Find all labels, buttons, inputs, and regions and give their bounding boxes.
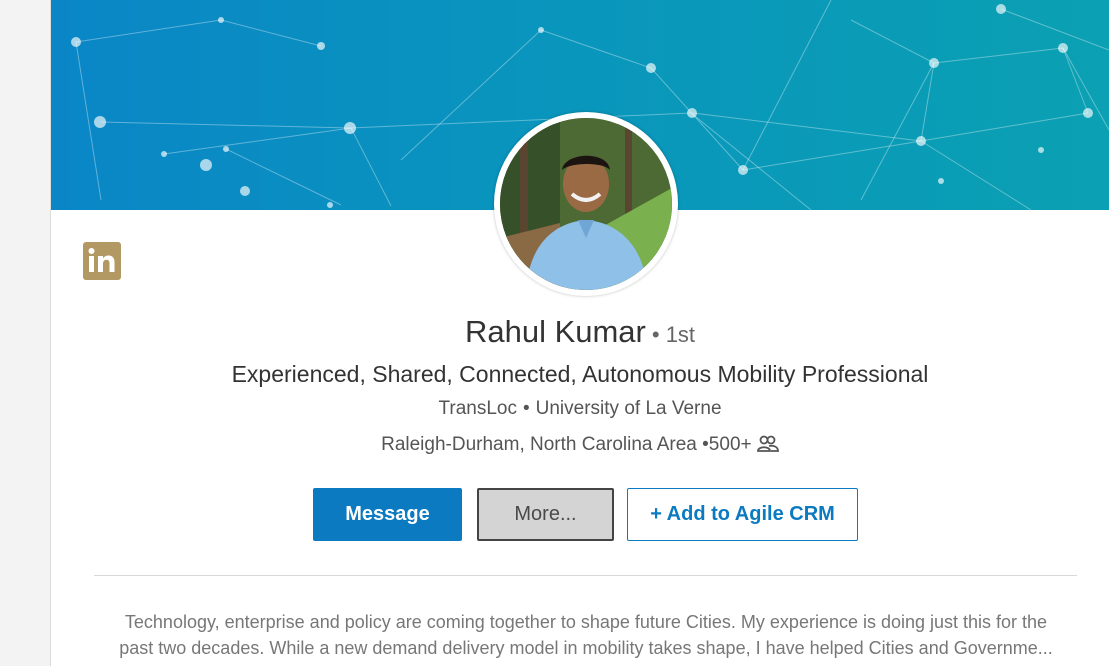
people-icon [756,435,779,459]
school-link[interactable]: University of La Verne [536,398,722,419]
profile-location-row: Raleigh-Durham, North Carolina Area •500… [51,434,1109,459]
profile-name-row: Rahul Kumar • 1st [51,314,1109,350]
profile-location: Raleigh-Durham, North Carolina Area [381,434,697,455]
profile-summary[interactable]: Technology, enterprise and policy are co… [91,609,1081,661]
connection-degree: • 1st [651,322,696,347]
summary-line-1: Technology, enterprise and policy are co… [124,612,1048,632]
message-button[interactable]: Message [313,488,462,541]
company-link[interactable]: TransLoc [438,398,517,419]
avatar [500,118,672,290]
connections-count[interactable]: •500+ [702,434,751,455]
org-separator: • [522,398,530,419]
add-to-crm-button[interactable]: + Add to Agile CRM [627,488,858,541]
left-gutter [0,0,51,666]
profile-headline: Experienced, Shared, Connected, Autonomo… [231,361,929,387]
profile-photo[interactable] [494,112,678,296]
divider [94,575,1077,576]
linkedin-icon [83,242,121,280]
profile-card: Rahul Kumar • 1st Experienced, Shared, Co… [51,0,1109,666]
profile-orgs: TransLoc • University of La Verne [51,398,1109,420]
summary-line-2: past two decades. While a new demand del… [119,638,1053,658]
more-button[interactable]: More... [477,488,614,541]
profile-name: Rahul Kumar [464,314,646,349]
